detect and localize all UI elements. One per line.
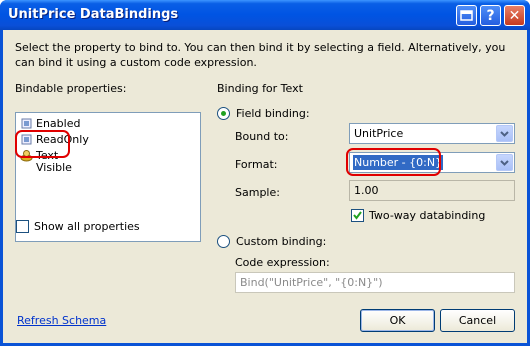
format-label: Format: <box>235 158 278 171</box>
field-binding-radio[interactable] <box>217 107 230 120</box>
custom-binding-label: Custom binding: <box>236 235 327 248</box>
question-icon: ? <box>486 7 495 24</box>
title-bar[interactable]: UnitPrice DataBindings ? ✕ <box>0 0 530 30</box>
cancel-button[interactable]: Cancel <box>440 309 515 332</box>
sample-field: 1.00 <box>349 180 515 201</box>
property-icon <box>20 161 33 173</box>
dialog-window: UnitPrice DataBindings ? ✕ Select the pr… <box>0 0 530 346</box>
refresh-schema-link[interactable]: Refresh Schema <box>17 314 106 327</box>
bound-to-value: UnitPrice <box>354 127 404 140</box>
list-item[interactable]: Visible <box>20 161 72 173</box>
checkmark-icon <box>353 211 362 220</box>
question-button[interactable]: ? <box>480 5 501 26</box>
restore-icon <box>460 10 473 21</box>
sample-label: Sample: <box>235 186 280 199</box>
custom-binding-radio[interactable] <box>217 235 230 248</box>
chevron-down-icon[interactable] <box>496 125 513 142</box>
bound-to-label: Bound to: <box>235 130 289 143</box>
list-item[interactable]: Enabled <box>20 115 80 131</box>
binding-heading: Binding for Text <box>217 82 303 95</box>
close-button[interactable]: ✕ <box>504 5 525 26</box>
code-expression-label: Code expression: <box>235 256 330 269</box>
show-all-label: Show all properties <box>34 220 140 233</box>
bindable-properties-label: Bindable properties: <box>15 82 127 95</box>
dialog-client: Select the property to bind to. You can … <box>3 30 527 343</box>
window-title: UnitPrice DataBindings <box>8 7 179 22</box>
instructions-text: Select the property to bind to. You can … <box>15 41 506 69</box>
ok-button[interactable]: OK <box>360 309 435 332</box>
show-all-checkbox[interactable] <box>16 220 29 233</box>
property-icon <box>20 117 33 130</box>
close-icon: ✕ <box>508 7 521 24</box>
highlight-circle-format <box>346 148 441 176</box>
two-way-label: Two-way databinding <box>369 209 486 222</box>
field-binding-label: Field binding: <box>236 107 310 120</box>
chevron-down-icon[interactable] <box>496 154 513 171</box>
list-item-label: Visible <box>36 161 72 173</box>
bound-to-combo[interactable]: UnitPrice <box>349 123 515 144</box>
code-expression-field[interactable]: Bind("UnitPrice", "{0:N}") <box>235 272 515 293</box>
two-way-checkbox[interactable] <box>351 209 364 222</box>
highlight-circle-text <box>15 130 70 158</box>
list-item-label: Enabled <box>36 116 81 130</box>
help-button[interactable] <box>456 5 477 26</box>
